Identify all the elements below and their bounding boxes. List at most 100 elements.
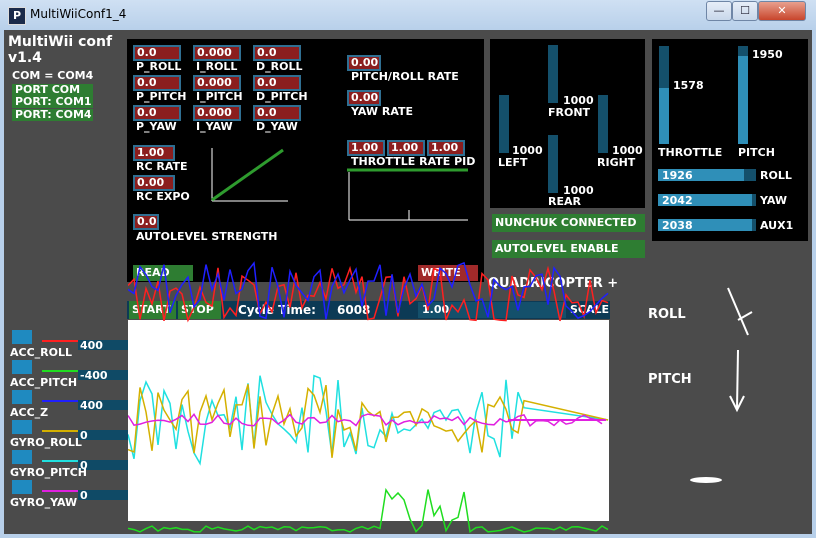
pitch-bar [738, 46, 748, 144]
motor-left-bar [499, 95, 509, 153]
rc-expo-field[interactable]: 0.00 [133, 175, 175, 191]
series-color-swatch [42, 400, 78, 402]
p-yaw-label: P_YAW [136, 120, 177, 133]
series-value: -400 [80, 369, 108, 382]
aux1-label: AUX1 [760, 219, 794, 232]
d-yaw-field[interactable]: 0.0 [253, 105, 301, 121]
series-toggle-gyro-pitch[interactable] [12, 450, 32, 464]
nunchuk-status: NUNCHUK CONNECTED [492, 214, 645, 232]
throttle-pid-field-3[interactable]: 1.00 [427, 140, 465, 156]
close-button[interactable]: ✕ [758, 1, 806, 21]
trace-acc-pitch [128, 487, 609, 533]
i-pitch-label: I_PITCH [196, 90, 243, 103]
series-color-swatch [42, 430, 78, 432]
rc-curve-graph [211, 148, 288, 202]
p-roll-label: P_ROLL [136, 60, 182, 73]
minimize-button[interactable]: — [706, 1, 732, 21]
throttle-bar [659, 46, 669, 144]
pitch-label: PITCH [738, 146, 775, 159]
motors-panel [490, 39, 645, 208]
aux1-value: 2038 [662, 219, 693, 232]
throttle-label: THROTTLE [658, 146, 723, 159]
pitch-roll-rate-label: PITCH/ROLL RATE [351, 70, 459, 83]
series-value: 0 [80, 489, 88, 502]
roll-value: 1926 [662, 169, 693, 182]
app-version: v1.4 [8, 50, 42, 66]
yaw-value: 2042 [662, 194, 693, 207]
d-pitch-field[interactable]: 0.0 [253, 75, 301, 91]
rc-panel [652, 39, 808, 241]
i-pitch-field[interactable]: 0.000 [193, 75, 241, 91]
window-frame-right [812, 30, 816, 538]
motor-front-label: FRONT [548, 106, 591, 119]
pitch-indicator-line [736, 349, 739, 409]
autolevel-strength-field[interactable]: 0.0 [133, 214, 159, 230]
yaw-indicator [690, 477, 722, 483]
series-legend: 400 ACC_ROLL -400 ACC_PITCH 400 ACC_Z 0 GYRO_RO… [8, 330, 130, 510]
series-color-swatch [42, 370, 78, 372]
throttle-value: 1578 [673, 79, 704, 92]
pitch-roll-rate-field[interactable]: 0.00 [347, 55, 381, 71]
series-color-swatch [42, 460, 78, 462]
port-com4[interactable]: PORT: COM4 [12, 109, 93, 121]
series-name: GYRO_YAW [10, 496, 78, 509]
sensor-graph-plot [128, 261, 609, 533]
series-color-swatch [42, 490, 78, 492]
series-toggle-acc-z[interactable] [12, 390, 32, 404]
yaw-rate-label: YAW RATE [351, 105, 414, 118]
yaw-label: YAW [760, 194, 788, 207]
rc-rate-label: RC RATE [136, 160, 188, 173]
p-pitch-label: P_PITCH [136, 90, 187, 103]
series-name: ACC_PITCH [10, 376, 78, 389]
p-pitch-field[interactable]: 0.0 [133, 75, 181, 91]
roll-indicator-line [727, 287, 749, 336]
throttle-pid-field-2[interactable]: 1.00 [387, 140, 425, 156]
attitude-indicator [690, 287, 753, 483]
motor-left-label: LEFT [498, 156, 528, 169]
window-title: MultiWiiConf1_4 [30, 7, 127, 21]
motor-front-bar [548, 45, 558, 103]
maximize-button[interactable]: ☐ [732, 1, 758, 21]
window-frame-bottom [0, 534, 816, 538]
port-com1[interactable]: PORT: COM1 [12, 96, 93, 108]
series-toggle-acc-pitch[interactable] [12, 360, 32, 374]
p-yaw-field[interactable]: 0.0 [133, 105, 181, 121]
yaw-rate-field[interactable]: 0.00 [347, 90, 381, 106]
motor-right-bar [598, 95, 608, 153]
i-yaw-label: I_YAW [196, 120, 233, 133]
motor-right-label: RIGHT [597, 156, 636, 169]
d-yaw-label: D_YAW [256, 120, 298, 133]
app-name: MultiWii conf [8, 34, 113, 50]
throttle-bar-fill [659, 88, 669, 144]
com-status: COM = COM4 [12, 69, 94, 82]
i-roll-label: I_ROLL [196, 60, 238, 73]
i-roll-field[interactable]: 0.000 [193, 45, 241, 61]
p-roll-field[interactable]: 0.0 [133, 45, 181, 61]
motor-rear-label: REAR [548, 195, 581, 208]
throttle-curve-graph [347, 168, 468, 221]
pitch-bar-fill [738, 56, 748, 144]
series-value: 400 [80, 339, 103, 352]
d-pitch-label: D_PITCH [256, 90, 308, 103]
trace-acc-z [128, 261, 609, 320]
app-icon: P [8, 7, 26, 25]
rc-expo-label: RC EXPO [136, 190, 190, 203]
roll-label: ROLL [760, 169, 792, 182]
pitch-value: 1950 [752, 48, 783, 61]
autolevel-strength-label: AUTOLEVEL STRENGTH [136, 230, 278, 243]
series-toggle-gyro-roll[interactable] [12, 420, 32, 434]
series-toggle-gyro-yaw[interactable] [12, 480, 32, 494]
window-frame-left [0, 30, 4, 538]
i-yaw-field[interactable]: 0.000 [193, 105, 241, 121]
series-value: 400 [80, 399, 103, 412]
series-name: ACC_ROLL [10, 346, 72, 359]
throttle-pid-field-1[interactable]: 1.00 [347, 140, 385, 156]
motor-rear-bar [548, 135, 558, 193]
rc-rate-field[interactable]: 1.00 [133, 145, 175, 161]
throttle-rate-pid-label: THROTTLE RATE PID [351, 155, 476, 168]
series-name: ACC_Z [10, 406, 49, 419]
rc-curve-line [211, 148, 284, 202]
series-toggle-acc-roll[interactable] [12, 330, 32, 344]
d-roll-field[interactable]: 0.0 [253, 45, 301, 61]
series-name: GYRO_PITCH [10, 466, 88, 479]
